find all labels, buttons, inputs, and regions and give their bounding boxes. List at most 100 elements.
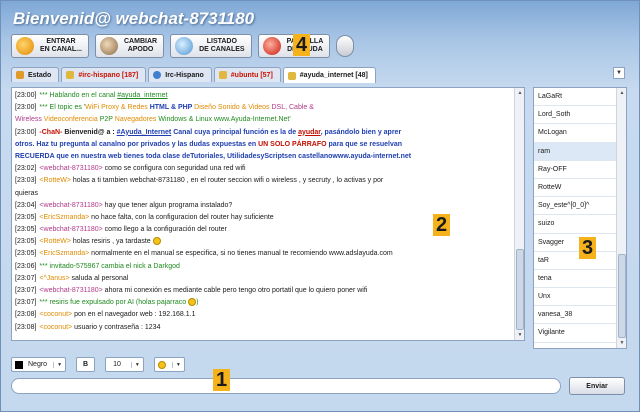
chat-segment: www.Ayuda-Internet.Net [214, 116, 290, 124]
chat-segment: <webchat-8731180> [39, 287, 103, 294]
tab-irc-hispano-server[interactable]: Irc-Hispano [148, 67, 212, 82]
chat-segment: quieras [15, 189, 38, 197]
chat-segment: como se configura con seguridad una red … [102, 165, 246, 173]
chat-segment: ahora mi conexión es mediante cable pero… [102, 287, 368, 294]
chat-segment: ayudar [298, 128, 321, 136]
text-color-select[interactable]: Negro ▼ [11, 357, 67, 372]
chevron-down-icon: ▼ [130, 361, 140, 368]
user-list-item[interactable]: ram [534, 142, 626, 161]
chat-segment: <webchat-8731180> [39, 165, 103, 173]
chat-segment: <webchat-8731180> [39, 201, 103, 209]
chat-lines: [23:00] *** Hablando en el canal #ayuda_i… [15, 90, 513, 334]
chat-line: [23:05] <EricSzmanda> normalmente en el m… [15, 248, 513, 260]
chat-segment: no hace falta, con la configuracion del … [89, 213, 274, 221]
chat-segment: [23:02] [15, 165, 37, 173]
channel-list-button[interactable]: LISTADO DE CANALES [170, 34, 252, 58]
chat-segment: *** resiris fue expulsado por AI (holas … [39, 299, 189, 307]
callout-4: 4 [293, 34, 311, 56]
user-list-item[interactable]: Lord_Soth [534, 106, 626, 125]
scroll-thumb[interactable] [618, 254, 626, 338]
chat-segment: [23:05] [15, 226, 37, 234]
user-list-item[interactable]: vanesa_38 [534, 306, 626, 325]
chat-segment: <webchat-8731180> [39, 226, 103, 234]
chat-segment: como llego a la configuración del router [102, 226, 227, 234]
channel-icon [66, 71, 75, 79]
user-list-scrollbar[interactable]: ▲ ▼ [616, 88, 626, 348]
tab-irc-hispano-channel[interactable]: #irc-hispano [187] [61, 67, 147, 82]
user-list-item[interactable]: Soy_este^[0_0]^ [534, 197, 626, 216]
chat-segment: [23:07] [15, 287, 37, 294]
callout-3: 3 [579, 237, 597, 259]
chat-segment: <coconut> [39, 311, 73, 319]
tab-ubuntu[interactable]: #ubuntu [57] [213, 67, 281, 82]
chat-segment: [23:00] [15, 92, 37, 99]
chat-segment: Windows & Linux [158, 116, 214, 124]
chat-segment: Navegadores [114, 116, 159, 124]
tab-ayuda-internet[interactable]: #ayuda_internet [48] [282, 67, 376, 83]
format-bar: Negro ▼ B 10 ▼ ▼ [11, 357, 195, 372]
scroll-up-icon[interactable]: ▲ [515, 88, 524, 98]
chat-segment: usuario y contraseña : 1234 [72, 323, 161, 331]
tab-label: Irc-Hispano [165, 71, 204, 79]
chat-segment: para que se resuelvan [326, 140, 403, 148]
scroll-up-icon[interactable]: ▲ [617, 88, 626, 98]
tab-estado[interactable]: Estado [11, 67, 60, 82]
webchat-window: Bienvenid@ webchat-8731180 ENTRAR EN CAN… [0, 0, 640, 412]
chat-segment: <EricSzmanda> [39, 213, 90, 221]
chat-segment: [23:07] [15, 299, 37, 307]
bold-label: B [83, 361, 89, 368]
emoji-picker-button[interactable]: ▼ [153, 357, 185, 372]
magnifier-icon [175, 37, 194, 55]
chat-segment: [23:04] [15, 201, 37, 209]
chat-segment: DSL, Cable & [271, 104, 314, 112]
user-list-item[interactable]: McLogan [534, 124, 626, 143]
enter-channel-icon [16, 37, 34, 55]
user-list-item[interactable]: Unx [534, 288, 626, 307]
user-list-item[interactable]: suizo [534, 215, 626, 234]
change-nick-button[interactable]: CAMBIAR APODO [95, 34, 165, 58]
chat-scrollbar[interactable]: ▲ ▼ [514, 88, 524, 340]
change-nick-label: CAMBIAR APODO [124, 38, 158, 53]
chevron-down-icon: ▼ [53, 361, 62, 368]
chat-segment: *** Hablando en el canal [39, 92, 118, 99]
chat-segment: <RotteW> [39, 177, 71, 185]
tabs-dropdown-button[interactable]: ▼ [613, 67, 625, 79]
round-button-icon[interactable] [336, 35, 355, 57]
chat-segment: [23:07] [15, 274, 37, 282]
chat-line: [23:08] <coconut> pon en el navegador web… [15, 309, 513, 321]
chat-segment: Bienvenid@ a : [64, 128, 117, 136]
chat-segment: P2P [99, 116, 115, 124]
chat-line: [23:00] *** Hablando en el canal #ayuda_i… [15, 90, 513, 102]
smiley-icon [152, 237, 161, 246]
chat-segment: HTML & PHP [149, 104, 195, 112]
user-list-item[interactable]: RotteW [534, 179, 626, 198]
enter-channel-button[interactable]: ENTRAR EN CANAL... [11, 34, 89, 58]
window-title: Bienvenid@ webchat-8731180 [13, 9, 255, 28]
send-button[interactable]: Enviar [569, 377, 625, 395]
user-list-item[interactable]: tena [534, 270, 626, 289]
user-list-item[interactable]: Ray-OFF [534, 161, 626, 179]
user-list-item[interactable]: LaGaRt [534, 88, 626, 107]
chat-segment: -ChaN- [39, 128, 65, 136]
user-list-item[interactable]: Vigilante [534, 324, 626, 343]
scroll-down-icon[interactable]: ▼ [617, 338, 626, 348]
user-list-item[interactable]: War [534, 343, 626, 349]
message-input[interactable] [11, 378, 561, 394]
chat-segment: <coconut> [39, 323, 73, 331]
chat-line: RECUERDA que en nuestra web tienes toda … [15, 151, 513, 163]
font-size-select[interactable]: 10 ▼ [105, 357, 144, 372]
chat-segment: [23:00] [15, 128, 37, 136]
scroll-thumb[interactable] [516, 248, 524, 330]
chat-segment: , pasándolo bien y aprer [320, 128, 402, 136]
chat-line: [23:00] *** El topic es 'WiFi Proxy & Red… [15, 102, 513, 114]
chat-segment: [23:08] [15, 323, 37, 331]
chat-line: Wireless Videoconferencia P2P Navegadore… [15, 114, 513, 126]
scroll-down-icon[interactable]: ▼ [515, 330, 524, 340]
chat-segment: [23:08] [15, 311, 37, 319]
chat-segment: [23:03] [15, 177, 37, 185]
chat-segment: [23:00] [15, 104, 37, 112]
chat-segment: normalmente en el manual se especifica, … [89, 250, 393, 258]
bold-button[interactable]: B [76, 357, 96, 372]
chat-segment: ) [196, 299, 199, 307]
smiley-icon [188, 298, 197, 307]
